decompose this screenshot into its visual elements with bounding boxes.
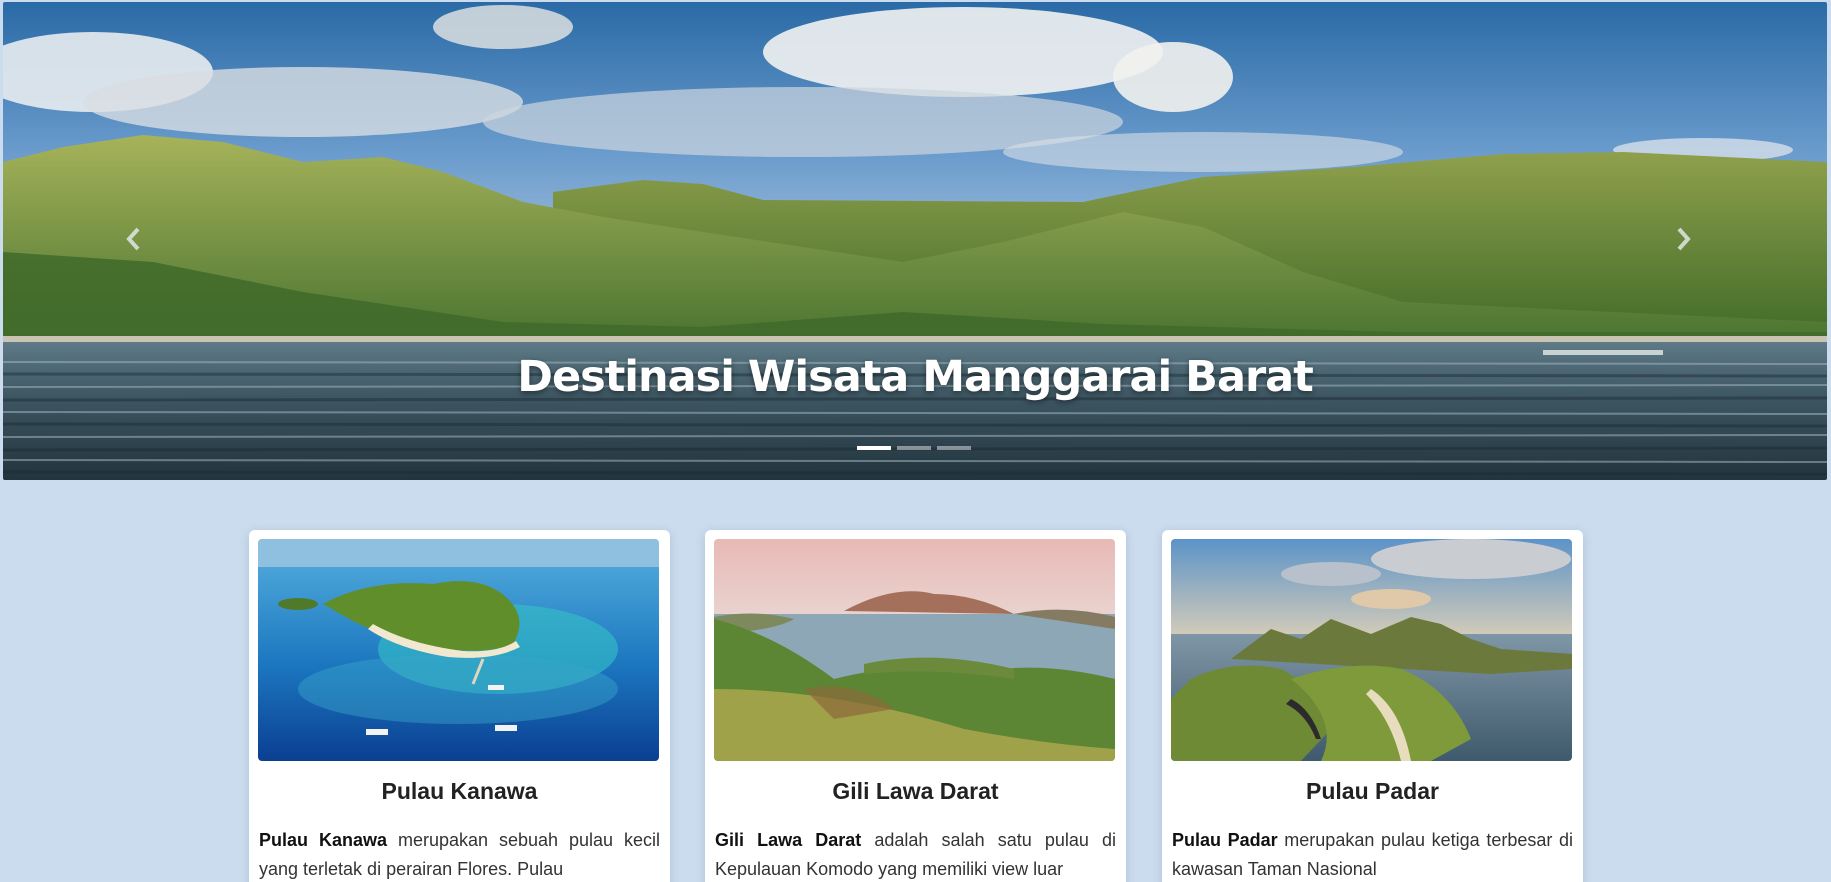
card-highlight: Pulau Padar <box>1172 830 1278 850</box>
pulau-kanawa-image <box>258 539 659 761</box>
card-highlight: Gili Lawa Darat <box>715 830 862 850</box>
carousel-indicator-2[interactable] <box>897 446 931 450</box>
carousel-indicator-1[interactable] <box>857 446 891 450</box>
destination-card-kanawa: Pulau Kanawa Pulau Kanawa merupakan sebu… <box>249 530 670 882</box>
card-description: Pulau Padar merupakan pulau ketiga terbe… <box>1172 830 1573 879</box>
card-description: Pulau Kanawa merupakan sebuah pulau keci… <box>259 830 660 879</box>
card-description: Gili Lawa Darat adalah salah satu pulau … <box>715 830 1117 879</box>
carousel-next-button[interactable] <box>1674 226 1714 266</box>
hero-title: Destinasi Wisata Manggarai Barat <box>517 352 1314 402</box>
hero-landscape-image <box>3 2 1827 480</box>
gili-lawa-darat-image <box>714 539 1115 761</box>
carousel-prev-button[interactable] <box>123 226 163 266</box>
card-title: Pulau Padar <box>1306 778 1439 804</box>
card-highlight: Pulau Kanawa <box>259 830 387 850</box>
carousel-indicator-3[interactable] <box>937 446 971 450</box>
card-title: Pulau Kanawa <box>381 778 538 804</box>
hero-carousel: Destinasi Wisata Manggarai Barat <box>3 2 1827 480</box>
pulau-padar-image <box>1171 539 1572 761</box>
destination-card-gili-lawa: Gili Lawa Darat Gili Lawa Darat adalah s… <box>705 530 1126 882</box>
carousel-indicators <box>857 446 971 450</box>
card-title: Gili Lawa Darat <box>832 778 999 804</box>
destination-card-padar: Pulau Padar Pulau Padar merupakan pulau … <box>1162 530 1583 882</box>
